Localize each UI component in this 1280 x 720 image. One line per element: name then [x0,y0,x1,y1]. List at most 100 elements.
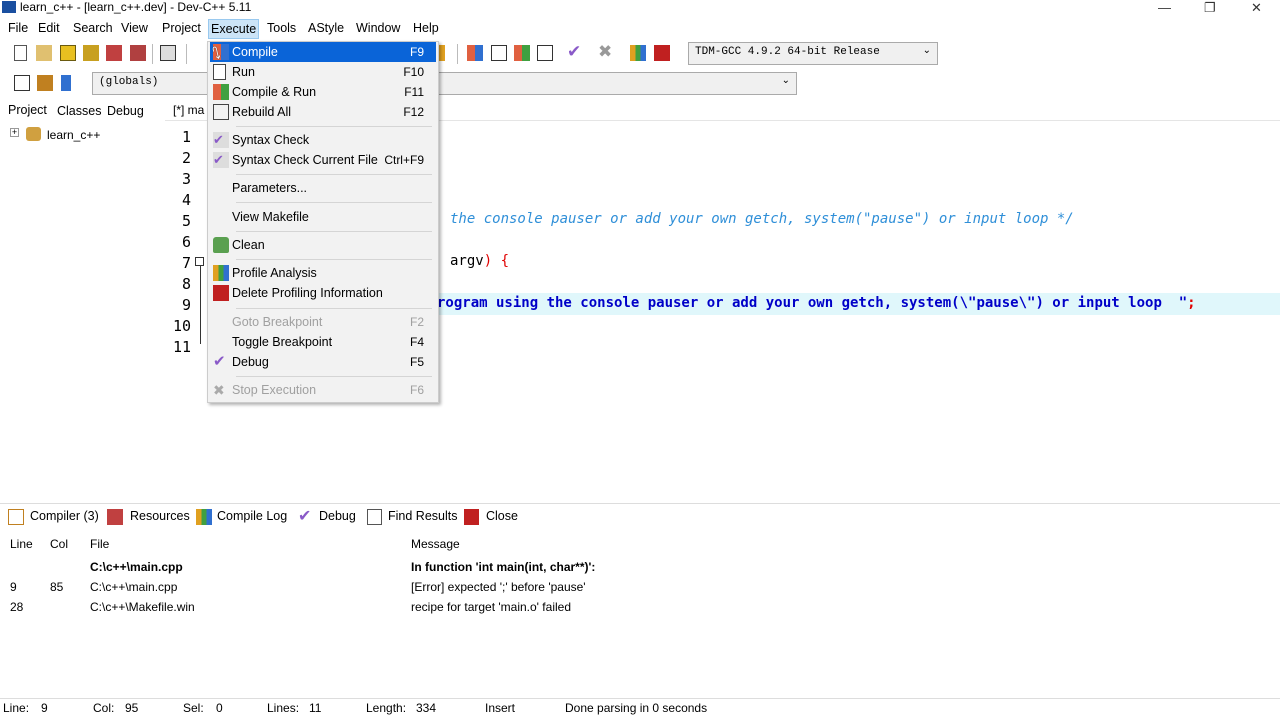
compile-run-toolbar-icon[interactable] [514,45,530,61]
profile-icon [213,265,229,281]
save-icon[interactable] [60,45,76,61]
tree-item-project[interactable]: learn_c++ [47,128,100,142]
menu-view[interactable]: View [121,21,148,35]
menu-help[interactable]: Help [413,21,439,35]
debug-toolbar-icon[interactable]: ✔ [567,42,581,62]
find-results-icon [367,509,382,525]
scope-select[interactable]: (globals) ⌄ [92,72,797,95]
menu-item-label: Delete Profiling Information [232,286,383,300]
menu-item-profile-analysis[interactable]: Profile Analysis [210,263,436,283]
menu-item-label: Run [232,65,255,79]
insert-icon[interactable] [14,75,30,91]
line-number: 3 [181,170,191,188]
tab-find-results[interactable]: Find Results [388,509,457,523]
compiler-select[interactable]: TDM-GCC 4.9.2 64-bit Release ⌄ [688,42,938,65]
profile-toolbar-icon[interactable] [630,45,646,61]
code-punct: ) { [483,253,510,269]
toolbar-separator [457,44,458,64]
tab-close[interactable]: Close [486,509,518,523]
add-icon[interactable] [37,75,53,91]
bookmark-icon[interactable] [61,75,71,91]
menu-item-stop-execution: ✖ Stop Execution F6 [210,380,436,400]
line-number: 9 [181,296,191,314]
menu-item-compile-run[interactable]: Compile & Run F11 [210,82,436,102]
menu-separator [236,126,432,127]
compile-toolbar-icon[interactable] [467,45,483,61]
print-icon[interactable] [160,45,176,61]
menu-item-view-makefile[interactable]: View Makefile [210,207,436,227]
status-col-label: Col: [93,701,115,715]
tab-compile-log[interactable]: Compile Log [217,509,287,523]
code-line-5[interactable]: the console pauser or add your own getch… [450,211,1074,227]
save-all-icon[interactable] [83,45,99,61]
rebuild-toolbar-icon[interactable] [537,45,553,61]
menu-execute[interactable]: Execute [208,19,260,39]
app-icon [2,1,16,13]
status-length: 334 [416,701,437,715]
menu-item-shortcut: Ctrl+F9 [384,153,424,167]
cell-file: C:\c++\main.cpp [90,580,178,594]
tab-debug-bottom[interactable]: Debug [319,509,356,523]
column-header-line[interactable]: Line [10,537,33,551]
resources-icon [107,509,123,525]
menu-item-shortcut: F9 [409,45,424,59]
compile-run-icon [213,84,229,100]
menu-item-rebuild-all[interactable]: Rebuild All F12 [210,102,436,122]
code-semicolon: ; [1187,295,1196,311]
code-line-9[interactable]: rogram using the console pauser or add y… [437,295,1196,311]
run-toolbar-icon[interactable] [491,45,507,61]
close-file-icon[interactable] [106,45,122,61]
delete-profile-toolbar-icon[interactable] [654,45,670,61]
menu-item-syntax-check-current-file[interactable]: ✔ Syntax Check Current File Ctrl+F9 [210,150,436,170]
clean-icon [213,237,229,253]
menu-item-delete-profiling[interactable]: Delete Profiling Information [210,283,436,303]
cell-col: 85 [50,580,64,594]
menu-search[interactable]: Search [73,21,113,35]
menu-item-clean[interactable]: Clean [210,235,436,255]
code-identifier: argv [450,253,484,269]
cell-message: recipe for target 'main.o' failed [411,600,571,614]
menu-project[interactable]: Project [162,21,201,35]
debug-tab-icon: ✔ [298,508,312,525]
compile-log-icon [196,509,212,525]
fold-icon[interactable] [195,257,204,266]
close-window-button[interactable]: ✕ [1251,0,1262,16]
minimize-button[interactable]: — [1158,0,1171,15]
menu-item-debug[interactable]: ✔ Debug F5 [210,352,436,372]
menu-item-label: Stop Execution [232,383,317,397]
scope-select-value: (globals) [99,76,159,88]
editor-tab-main[interactable]: [*] ma [173,103,204,117]
cell-file: C:\c++\main.cpp [90,560,183,574]
menu-item-compile[interactable]: Compile F9 [210,42,436,62]
menu-file[interactable]: File [8,21,28,35]
menu-separator [236,308,432,309]
expand-icon[interactable]: + [10,128,19,137]
status-col: 95 [125,701,139,715]
menu-item-label: Goto Breakpoint [232,315,323,329]
restore-button[interactable]: ❐ [1204,0,1216,16]
menu-item-shortcut: F5 [409,355,424,369]
column-header-file[interactable]: File [90,537,109,551]
tab-resources[interactable]: Resources [130,509,190,523]
code-line-7[interactable]: argv) { [450,253,509,269]
menu-item-run[interactable]: Run F10 [210,62,436,82]
tab-debug[interactable]: Debug [107,104,144,118]
menu-item-parameters[interactable]: Parameters... [210,178,436,198]
line-number: 6 [181,233,191,251]
tab-project[interactable]: Project [8,103,47,117]
menu-edit[interactable]: Edit [38,21,60,35]
tab-classes[interactable]: Classes [57,104,101,118]
column-header-message[interactable]: Message [411,537,460,551]
menu-item-toggle-breakpoint[interactable]: Toggle Breakpoint F4 [210,332,436,352]
tab-compiler[interactable]: Compiler (3) [30,509,99,523]
menu-astyle[interactable]: AStyle [308,21,344,35]
menu-item-syntax-check[interactable]: ✔ Syntax Check [210,130,436,150]
status-lines-label: Lines: [267,701,300,715]
close-all-icon[interactable] [130,45,146,61]
open-icon[interactable] [36,45,52,61]
menu-tools[interactable]: Tools [267,21,296,35]
column-header-col[interactable]: Col [50,537,68,551]
stop-toolbar-icon[interactable]: ✖ [598,42,612,62]
menu-window[interactable]: Window [356,21,400,35]
new-file-icon[interactable] [14,45,27,61]
